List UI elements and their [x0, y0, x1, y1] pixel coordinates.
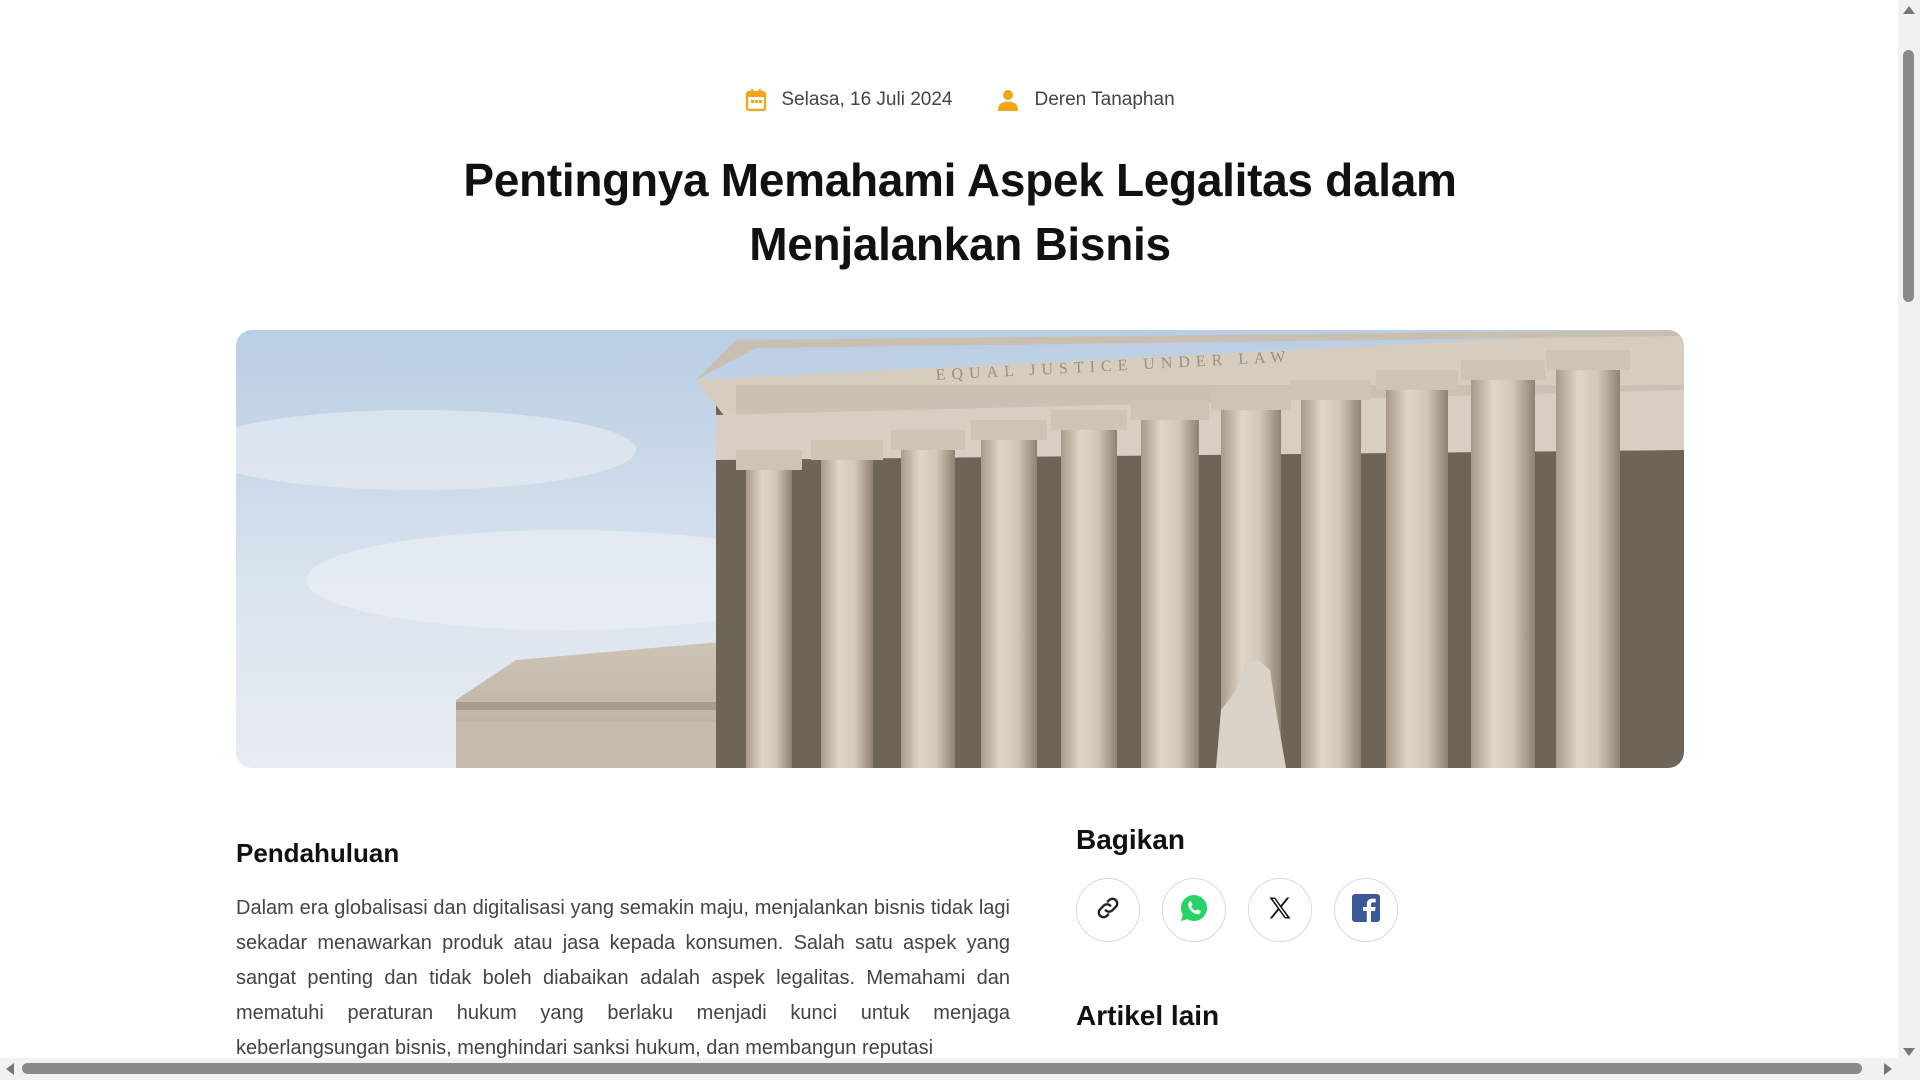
article-paragraph: Dalam era globalisasi dan digitalisasi y… — [236, 897, 1010, 1059]
calendar-icon — [745, 88, 767, 112]
share-buttons — [1076, 878, 1636, 942]
page-title: Pentingnya Memahami Aspek Legalitas dala… — [463, 154, 1457, 270]
link-icon — [1094, 894, 1122, 927]
section-heading: Pendahuluan — [236, 838, 400, 868]
share-heading: Bagikan — [1076, 824, 1185, 855]
date-meta: Selasa, 16 Juli 2024 — [745, 88, 952, 112]
x-share-button[interactable] — [1248, 878, 1312, 942]
x-icon — [1266, 894, 1294, 927]
vertical-scroll-thumb[interactable] — [1903, 50, 1914, 302]
article-body: Pendahuluan Dalam era globalisasi dan di… — [236, 838, 1010, 1066]
user-icon — [996, 88, 1020, 112]
hero-image: EQUAL JUSTICE UNDER LAW — [236, 330, 1684, 768]
author-name: Deren Tanaphan — [1034, 89, 1175, 110]
vertical-scrollbar[interactable] — [1898, 0, 1920, 1080]
copy-link-button[interactable] — [1076, 878, 1140, 942]
article-meta: Selasa, 16 Juli 2024 Deren Tanaphan — [0, 88, 1920, 112]
scroll-right-icon[interactable] — [1884, 1063, 1892, 1075]
whatsapp-share-button[interactable] — [1162, 878, 1226, 942]
scroll-up-icon[interactable] — [1903, 6, 1915, 14]
horizontal-scroll-thumb[interactable] — [22, 1063, 1862, 1074]
author-meta: Deren Tanaphan — [996, 88, 1175, 112]
facebook-icon — [1350, 892, 1382, 929]
whatsapp-icon — [1178, 892, 1210, 929]
scroll-left-icon[interactable] — [6, 1063, 14, 1075]
other-articles-heading: Artikel lain — [1076, 1000, 1220, 1031]
horizontal-scrollbar[interactable] — [0, 1058, 1898, 1080]
scroll-down-icon[interactable] — [1903, 1048, 1915, 1056]
facebook-share-button[interactable] — [1334, 878, 1398, 942]
sidebar: Bagikan Artikel lain — [1076, 824, 1636, 1054]
publish-date: Selasa, 16 Juli 2024 — [781, 89, 953, 110]
